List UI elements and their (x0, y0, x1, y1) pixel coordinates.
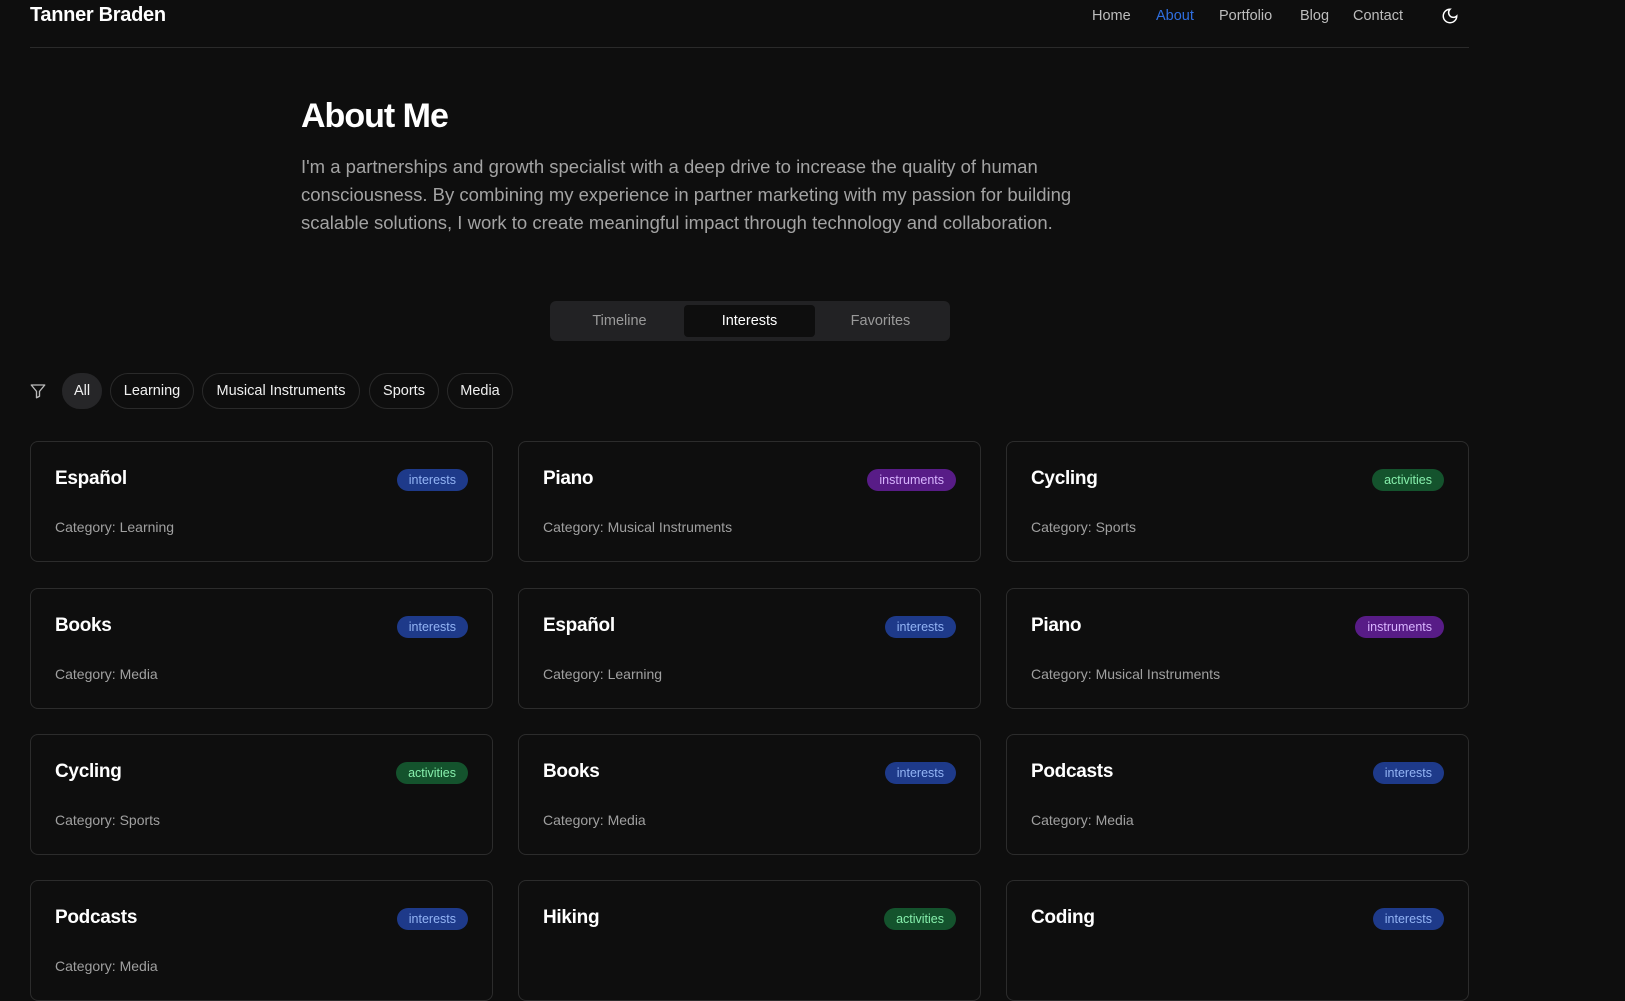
nav-contact[interactable]: Contact (1353, 8, 1403, 24)
card-category: Category: Sports (55, 812, 161, 828)
card-title: Piano (1031, 615, 1082, 636)
filter-sports[interactable]: Sports (369, 373, 439, 409)
interest-card[interactable]: Coding interests (1006, 880, 1469, 1001)
card-category: Category: Media (1031, 812, 1134, 828)
about-line: scalable solutions, I work to create mea… (301, 212, 1053, 233)
filter-musical-instruments[interactable]: Musical Instruments (202, 373, 360, 409)
card-badge: interests (1372, 908, 1444, 930)
card-badge: interests (396, 616, 468, 638)
nav-portfolio[interactable]: Portfolio (1219, 8, 1272, 24)
card-title: Español (543, 615, 615, 636)
card-badge: interests (1372, 762, 1444, 784)
interest-card[interactable]: Piano instruments Category: Musical Inst… (1006, 588, 1469, 709)
card-category: Category: Media (55, 958, 158, 974)
page-title: About Me (301, 97, 449, 135)
card-badge: activities (1372, 469, 1444, 491)
card-category: Category: Musical Instruments (1031, 666, 1221, 682)
interest-card[interactable]: Hiking activities (518, 880, 981, 1001)
filter-media[interactable]: Media (447, 373, 513, 409)
nav-blog[interactable]: Blog (1300, 8, 1329, 24)
card-category: Category: Learning (55, 519, 175, 535)
interest-card[interactable]: Podcasts interests Category: Media (1006, 734, 1469, 855)
moon-icon[interactable] (1441, 7, 1459, 25)
card-title: Cycling (55, 761, 122, 782)
card-badge: interests (396, 469, 468, 491)
interest-card[interactable]: Books interests Category: Media (30, 588, 493, 709)
nav-about[interactable]: About (1156, 8, 1194, 24)
card-badge: interests (884, 616, 956, 638)
card-badge: interests (396, 908, 468, 930)
card-category: Category: Media (543, 812, 646, 828)
filter-all[interactable]: All (62, 373, 102, 409)
header-divider (30, 47, 1469, 48)
card-title: Coding (1031, 907, 1095, 928)
about-line: I'm a partnerships and growth specialist… (301, 156, 1038, 177)
interest-card[interactable]: Español interests Category: Learning (30, 441, 493, 562)
card-title: Español (55, 468, 127, 489)
filter-icon (30, 384, 46, 399)
card-title: Cycling (1031, 468, 1098, 489)
about-description: I'm a partnerships and growth specialist… (301, 153, 1071, 237)
interest-card[interactable]: Podcasts interests Category: Media (30, 880, 493, 1001)
interest-card[interactable]: Cycling activities Category: Sports (30, 734, 493, 855)
card-title: Piano (543, 468, 594, 489)
card-category: Category: Learning (543, 666, 663, 682)
card-title: Books (543, 761, 600, 782)
card-badge: activities (396, 762, 468, 784)
card-category: Category: Media (55, 666, 158, 682)
interest-card[interactable]: Cycling activities Category: Sports (1006, 441, 1469, 562)
tab-favorites[interactable]: Favorites (815, 305, 946, 337)
card-category: Category: Sports (1031, 519, 1137, 535)
site-brand[interactable]: Tanner Braden (30, 4, 166, 27)
card-badge: instruments (867, 469, 956, 491)
card-category: Category: Musical Instruments (543, 519, 733, 535)
filter-learning[interactable]: Learning (110, 373, 194, 409)
card-badge: interests (884, 762, 956, 784)
interest-card[interactable]: Piano instruments Category: Musical Inst… (518, 441, 981, 562)
interest-card[interactable]: Español interests Category: Learning (518, 588, 981, 709)
section-tabs: Timeline Interests Favorites (550, 301, 950, 341)
nav-home[interactable]: Home (1092, 8, 1131, 24)
card-badge: instruments (1355, 616, 1444, 638)
card-title: Podcasts (55, 907, 138, 928)
card-badge: activities (884, 908, 956, 930)
tab-timeline[interactable]: Timeline (554, 305, 685, 337)
card-title: Books (55, 615, 112, 636)
interest-card[interactable]: Books interests Category: Media (518, 734, 981, 855)
card-title: Hiking (543, 907, 600, 928)
card-title: Podcasts (1031, 761, 1114, 782)
about-line: consciousness. By combining my experienc… (301, 184, 1072, 205)
tab-interests[interactable]: Interests (684, 305, 815, 337)
